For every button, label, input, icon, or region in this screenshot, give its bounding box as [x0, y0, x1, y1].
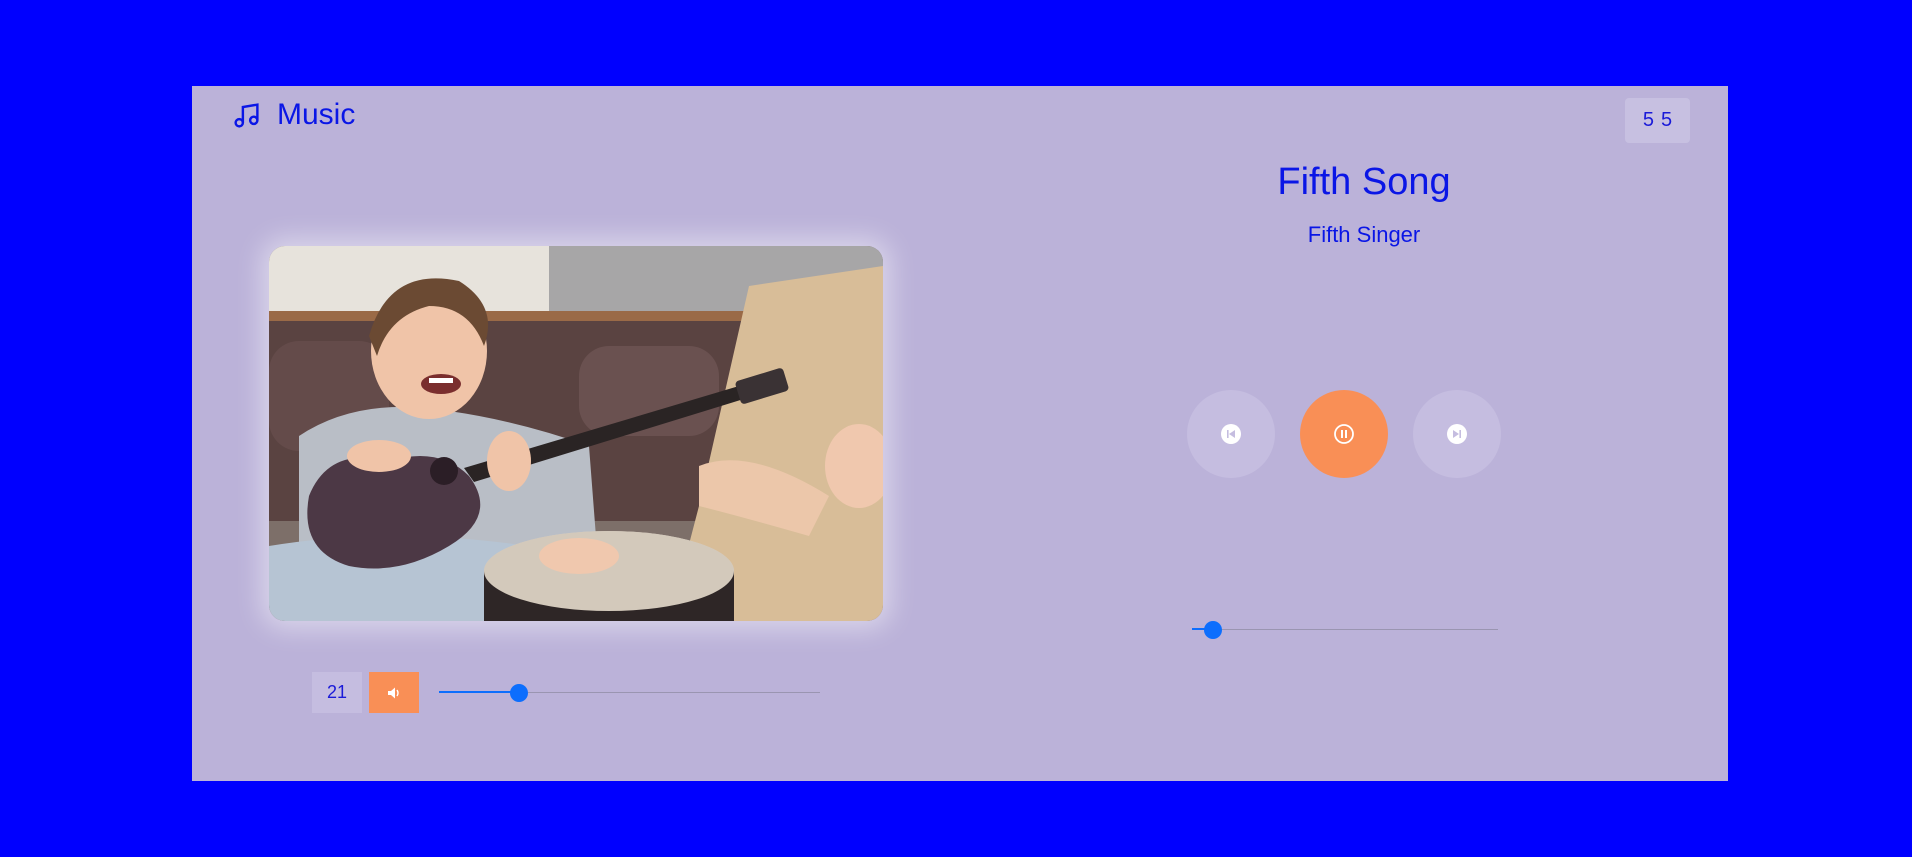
- track-counter-current: 5: [1642, 109, 1654, 131]
- skip-next-icon: [1447, 424, 1467, 444]
- track-counter-total: 5: [1661, 109, 1673, 131]
- volume-icon: [388, 687, 399, 698]
- skip-previous-icon: [1221, 424, 1241, 444]
- progress-slider-thumb[interactable]: [1204, 621, 1223, 639]
- volume-value: 21: [312, 672, 362, 713]
- album-cover: [269, 246, 883, 621]
- music-note-icon: [234, 102, 259, 128]
- song-title: Fifth Song: [1277, 161, 1451, 203]
- volume-controls: 21: [312, 672, 419, 713]
- playback-controls: [1187, 390, 1501, 478]
- previous-button[interactable]: [1187, 390, 1275, 478]
- mute-button[interactable]: [369, 672, 419, 713]
- app-brand: Music: [232, 100, 355, 130]
- next-button[interactable]: [1413, 390, 1501, 478]
- song-artist: Fifth Singer: [1307, 222, 1421, 247]
- volume-slider[interactable]: [439, 681, 820, 705]
- music-player: Music 5 5 21 Fifth Song Fifth Singer: [192, 86, 1728, 781]
- play-pause-button[interactable]: [1300, 390, 1388, 478]
- volume-slider-fill: [439, 691, 519, 693]
- progress-slider[interactable]: [1192, 618, 1498, 642]
- album-cover-image: [269, 246, 883, 621]
- track-counter: 5 5: [1625, 98, 1690, 143]
- pause-icon: [1334, 424, 1354, 444]
- volume-slider-thumb[interactable]: [510, 684, 528, 702]
- app-title: Music: [277, 98, 356, 131]
- progress-slider-track: [1192, 629, 1498, 630]
